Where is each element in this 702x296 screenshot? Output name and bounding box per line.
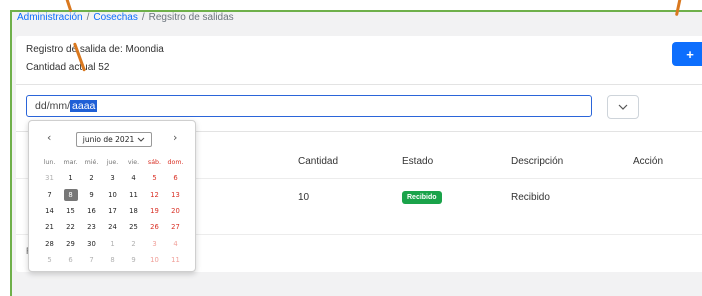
date-picker-popup: ‹ junio de 2021 › lun. mar. mié. jue. vi… — [28, 120, 196, 272]
calendar-day[interactable]: 8 — [102, 256, 123, 264]
weekday-label: mié. — [84, 158, 99, 166]
registro-title: Registro de salida de: Moondia — [26, 44, 164, 55]
calendar-day-today[interactable]: 8 — [60, 188, 81, 201]
calendar-day[interactable]: 5 — [144, 174, 165, 182]
breadcrumb-separator: / — [141, 12, 145, 23]
calendar-day[interactable]: 3 — [144, 240, 165, 248]
calendar-day[interactable]: 11 — [165, 256, 186, 264]
calendar-day[interactable]: 4 — [165, 240, 186, 248]
calendar-day[interactable]: 14 — [39, 207, 60, 215]
weekday-label: sáb. — [147, 158, 162, 166]
date-month-segment[interactable]: mm — [50, 100, 68, 112]
weekday-label: mar. — [63, 158, 78, 166]
calendar-day[interactable]: 10 — [144, 256, 165, 264]
cell-cantidad: 10 — [298, 192, 310, 203]
calendar-day[interactable]: 5 — [39, 256, 60, 264]
calendar-day[interactable]: 18 — [123, 207, 144, 215]
breadcrumb-link-cosechas[interactable]: Cosechas — [93, 12, 137, 23]
date-year-segment[interactable]: aaaa — [70, 100, 98, 112]
divider — [16, 84, 702, 85]
calendar-week-row: 5 6 7 8 9 10 11 — [39, 252, 189, 268]
calendar-grid: lun. mar. mié. jue. vie. sáb. dom. 31 1 … — [39, 154, 189, 268]
calendar-day[interactable]: 16 — [81, 207, 102, 215]
breadcrumb: Administración / Cosechas / Regsitro de … — [17, 12, 234, 23]
calendar-day[interactable]: 1 — [102, 240, 123, 248]
calendar-day[interactable]: 30 — [81, 240, 102, 248]
calendar-day[interactable]: 29 — [60, 240, 81, 248]
calendar-day[interactable]: 23 — [81, 223, 102, 231]
header-descripcion: Descripción — [511, 156, 564, 167]
date-day-segment[interactable]: dd — [35, 100, 47, 112]
calendar-day[interactable]: 9 — [123, 256, 144, 264]
calendar-day[interactable]: 20 — [165, 207, 186, 215]
calendar-day[interactable]: 12 — [144, 191, 165, 199]
chevron-down-icon — [618, 102, 628, 112]
dropdown-button[interactable] — [607, 95, 639, 119]
today-marker: 8 — [63, 188, 78, 201]
calendar-day[interactable]: 28 — [39, 240, 60, 248]
calendar-week-row: 21 22 23 24 25 26 27 — [39, 219, 189, 235]
calendar-week-row: 31 1 2 3 4 5 6 — [39, 170, 189, 186]
header-cantidad: Cantidad — [298, 156, 339, 167]
calendar-day[interactable]: 24 — [102, 223, 123, 231]
calendar-week-row: 28 29 30 1 2 3 4 — [39, 235, 189, 251]
calendar-day[interactable]: 17 — [102, 207, 123, 215]
breadcrumb-current: Regsitro de salidas — [148, 12, 234, 23]
header-accion: Acción — [633, 156, 664, 167]
prev-month-button[interactable]: ‹ — [47, 131, 51, 144]
calendar-day[interactable]: 26 — [144, 223, 165, 231]
breadcrumb-link-administracion[interactable]: Administración — [17, 12, 83, 23]
calendar-day[interactable]: 6 — [165, 174, 186, 182]
calendar-day[interactable]: 7 — [81, 256, 102, 264]
weekday-label: jue. — [106, 158, 119, 166]
calendar-day[interactable]: 10 — [102, 191, 123, 199]
cell-descripcion: Recibido — [511, 192, 550, 203]
calendar-day[interactable]: 2 — [123, 240, 144, 248]
weekday-header-row: lun. mar. mié. jue. vie. sáb. dom. — [39, 154, 189, 170]
cantidad-actual: Cantidad actual 52 — [26, 62, 110, 73]
chevron-down-icon — [137, 135, 145, 144]
calendar-day[interactable]: 22 — [60, 223, 81, 231]
weekday-label: vie. — [127, 158, 140, 166]
calendar-day[interactable]: 27 — [165, 223, 186, 231]
calendar-day[interactable]: 2 — [81, 174, 102, 182]
add-button[interactable]: + — [672, 42, 702, 66]
month-year-select[interactable]: junio de 2021 — [76, 132, 152, 147]
breadcrumb-separator: / — [86, 12, 90, 23]
weekday-label: lun. — [43, 158, 56, 166]
calendar-day[interactable]: 11 — [123, 191, 144, 199]
header-estado: Estado — [402, 156, 434, 167]
calendar-day[interactable]: 25 — [123, 223, 144, 231]
calendar-day[interactable]: 21 — [39, 223, 60, 231]
calendar-week-row: 7 8 9 10 11 12 13 — [39, 187, 189, 203]
calendar-day[interactable]: 31 — [39, 174, 60, 182]
status-badge: Recibido — [402, 191, 442, 204]
calendar-day[interactable]: 9 — [81, 191, 102, 199]
calendar-day[interactable]: 7 — [39, 191, 60, 199]
calendar-day[interactable]: 6 — [60, 256, 81, 264]
calendar-day[interactable]: 4 — [123, 174, 144, 182]
date-input[interactable]: dd / mm / aaaa — [26, 95, 592, 117]
month-year-label: junio de 2021 — [82, 135, 135, 144]
calendar-day[interactable]: 15 — [60, 207, 81, 215]
calendar-day[interactable]: 3 — [102, 174, 123, 182]
weekday-label: dom. — [167, 158, 184, 166]
calendar-day[interactable]: 1 — [60, 174, 81, 182]
calendar-week-row: 14 15 16 17 18 19 20 — [39, 203, 189, 219]
next-month-button[interactable]: › — [173, 131, 177, 144]
calendar-day[interactable]: 19 — [144, 207, 165, 215]
calendar-day[interactable]: 13 — [165, 191, 186, 199]
